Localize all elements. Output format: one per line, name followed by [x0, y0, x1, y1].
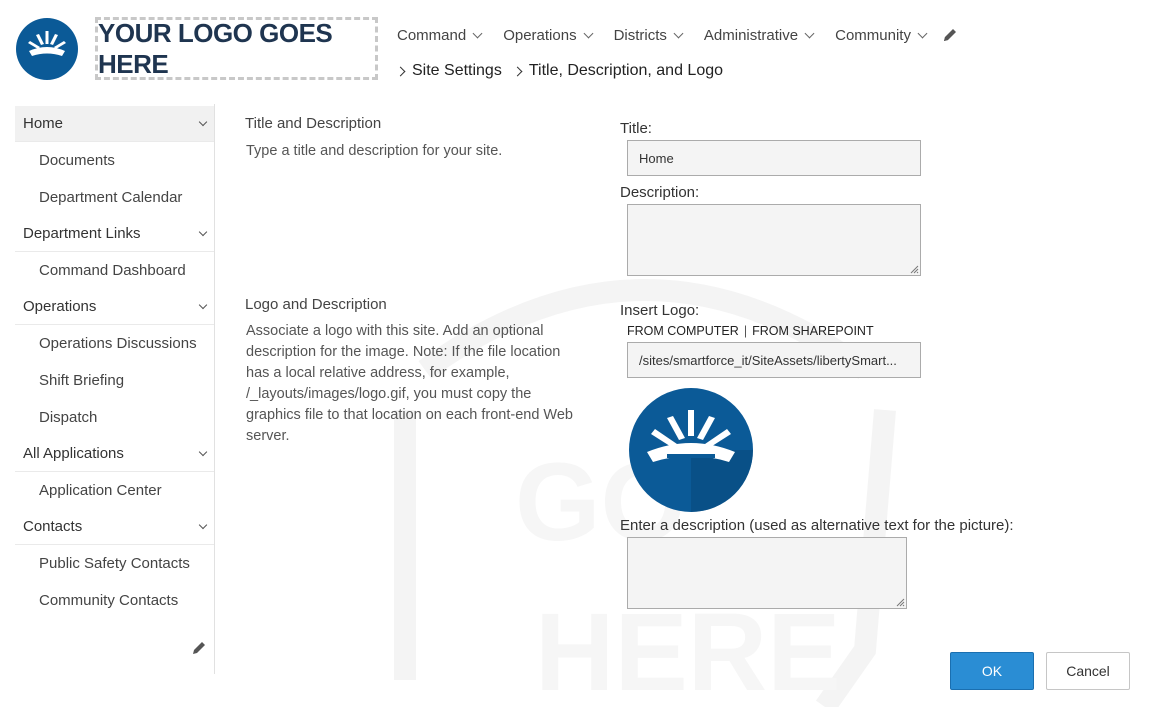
section-description-logo: Associate a logo with this site. Add an … — [246, 323, 573, 444]
alt-text-label: Enter a description (used as alternative… — [620, 517, 1014, 534]
leftnav-item-shift-briefing[interactable]: Shift Briefing — [15, 362, 214, 399]
leftnav-item-documents[interactable]: Documents — [15, 142, 214, 179]
from-computer-link[interactable]: FROM COMPUTER — [627, 324, 739, 338]
leftnav-section-label: Contacts — [23, 518, 83, 535]
leftnav-section-contacts[interactable]: Contacts — [15, 509, 214, 545]
leftnav-item-application-center[interactable]: Application Center — [15, 472, 214, 509]
leftnav-section-all-applications[interactable]: All Applications — [15, 436, 214, 472]
leftnav-item-department-calendar[interactable]: Department Calendar — [15, 179, 214, 216]
nav-item-command[interactable]: Command — [397, 26, 483, 44]
leftnav-item-command-dashboard[interactable]: Command Dashboard — [15, 252, 214, 289]
logo-preview-image — [629, 388, 753, 512]
nav-item-districts[interactable]: Districts — [613, 26, 684, 44]
leftnav-item-dispatch[interactable]: Dispatch — [15, 399, 214, 436]
description-textarea[interactable] — [627, 204, 921, 276]
chevron-down-icon[interactable] — [198, 227, 208, 236]
logo-url-input[interactable]: /sites/smartforce_it/SiteAssets/libertyS… — [627, 342, 921, 378]
section-heading-title-description: Title and Description — [245, 115, 382, 132]
leftnav-item-operations-discussions[interactable]: Operations Discussions — [15, 325, 214, 362]
breadcrumb: Site Settings Title, Description, and Lo… — [395, 62, 735, 80]
section-heading-logo-description: Logo and Description — [245, 296, 387, 313]
title-input[interactable]: Home — [627, 140, 921, 176]
leftnav-section-label: Home — [23, 115, 64, 132]
leftnav-section-label: Operations — [23, 298, 97, 315]
top-navigation: Command Operations Districts Administrat… — [397, 24, 958, 46]
title-label: Title: — [620, 120, 652, 137]
breadcrumb-item-site-settings[interactable]: Site Settings — [395, 62, 502, 80]
cancel-button[interactable]: Cancel — [1046, 652, 1130, 690]
nav-item-administrative[interactable]: Administrative — [703, 26, 815, 44]
logo-source-links: FROM COMPUTER | FROM SHAREPOINT — [627, 324, 874, 338]
leftnav-item-community-contacts[interactable]: Community Contacts — [15, 582, 214, 619]
chevron-down-icon — [583, 28, 594, 38]
leftnav-section-department-links[interactable]: Department Links — [15, 216, 214, 252]
resize-grip-icon[interactable] — [896, 598, 905, 607]
nav-item-label: Administrative — [703, 26, 799, 44]
nav-item-label: Command — [397, 26, 467, 44]
leftnav-item-public-safety-contacts[interactable]: Public Safety Contacts — [15, 545, 214, 582]
chevron-down-icon[interactable] — [198, 117, 208, 126]
nav-item-label: Community — [835, 26, 911, 44]
chevron-down-icon[interactable] — [198, 447, 208, 456]
leftnav-section-operations[interactable]: Operations — [15, 289, 214, 325]
nav-item-label: Districts — [613, 26, 667, 44]
nav-item-community[interactable]: Community — [835, 26, 928, 44]
from-sharepoint-link[interactable]: FROM SHAREPOINT — [752, 324, 874, 338]
chevron-down-icon — [804, 28, 815, 38]
left-navigation: Home Documents Department Calendar Depar… — [15, 106, 214, 619]
leftnav-section-label: Department Links — [23, 225, 141, 242]
leftnav-divider — [214, 104, 215, 674]
breadcrumb-label: Site Settings — [412, 62, 502, 79]
description-label: Description: — [620, 184, 700, 201]
breadcrumb-label: Title, Description, and Logo — [528, 62, 724, 79]
breadcrumb-item-current: Title, Description, and Logo — [512, 62, 724, 80]
site-logo-icon[interactable] — [16, 18, 78, 80]
leftnav-section-home[interactable]: Home — [15, 106, 214, 142]
pencil-icon[interactable] — [942, 27, 958, 43]
link-separator: | — [743, 324, 748, 338]
chevron-down-icon — [673, 28, 684, 38]
nav-item-label: Operations — [503, 26, 577, 44]
chevron-down-icon[interactable] — [198, 300, 208, 309]
nav-item-operations[interactable]: Operations — [503, 26, 594, 44]
resize-grip-icon[interactable] — [910, 265, 919, 274]
logo-placeholder[interactable]: YOUR LOGO GOES HERE — [95, 17, 378, 80]
chevron-down-icon — [917, 28, 928, 38]
chevron-right-icon — [512, 66, 523, 76]
pencil-icon[interactable] — [191, 640, 207, 656]
leftnav-section-label: All Applications — [23, 445, 124, 462]
alt-text-textarea[interactable] — [627, 537, 907, 609]
chevron-down-icon — [472, 28, 483, 38]
section-description-title: Type a title and description for your si… — [246, 143, 503, 159]
insert-logo-label: Insert Logo: — [620, 302, 700, 319]
logo-placeholder-text: YOUR LOGO GOES HERE — [98, 17, 333, 79]
ok-button[interactable]: OK — [950, 652, 1034, 690]
chevron-right-icon — [395, 66, 406, 76]
chevron-down-icon[interactable] — [198, 520, 208, 529]
